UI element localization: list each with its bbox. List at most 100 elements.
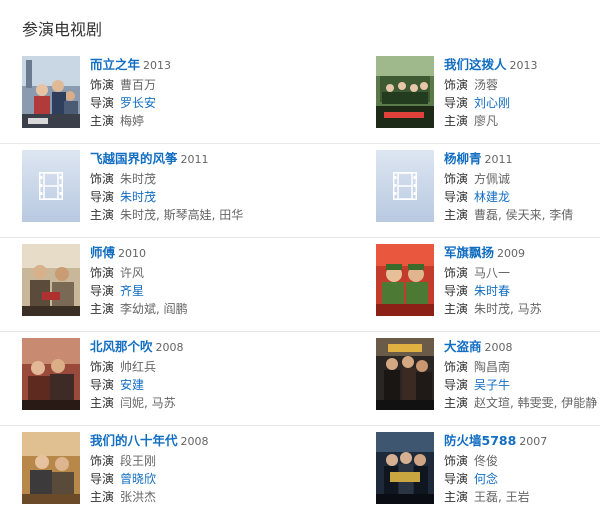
film-placeholder-icon [393,172,417,200]
drama-year: 2013 [509,59,538,72]
role-label: 饰演 [444,454,469,468]
cast-label: 主演 [444,208,469,222]
role-value: 帅红兵 [120,360,157,374]
cast-label: 主演 [444,396,469,410]
drama-year: 2009 [497,247,526,260]
director-label: 导演 [90,190,115,204]
drama-poster[interactable] [376,432,434,504]
drama-item: 防火墙5788 2007 饰演 佟俊 导演 何念 主演 王磊, 王岩 [376,432,600,510]
drama-poster-placeholder[interactable] [376,150,434,222]
director-label: 导演 [444,190,469,204]
drama-poster[interactable] [22,56,80,128]
role-label: 饰演 [90,266,115,280]
cast-value: 赵文瑄, 韩雯雯, 伊能静 [474,396,598,410]
director-link[interactable]: 罗长安 [120,96,156,110]
cast-value: 朱时茂, 马苏 [474,302,542,316]
drama-item: 北风那个吹 2008 饰演 帅红兵 导演 安建 主演 闫妮, 马苏 [22,338,292,416]
director-link[interactable]: 刘心刚 [474,96,510,110]
drama-poster[interactable] [22,244,80,316]
drama-poster[interactable] [376,338,434,410]
role-value: 马八一 [474,266,511,280]
drama-year: 2008 [484,341,513,354]
role-value: 佟俊 [474,454,499,468]
drama-title-link[interactable]: 大盗商 [444,339,482,354]
role-label: 饰演 [444,78,469,92]
grid-row: 飞越国界的风筝 2011 饰演 朱时茂 导演 朱时茂 主演 朱时茂, 斯琴高娃, 田华 [0,144,600,238]
cast-value: 张洪杰 [120,490,157,504]
drama-title-link[interactable]: 而立之年 [90,57,140,72]
role-label: 饰演 [444,266,469,280]
role-value: 曹百万 [120,78,157,92]
role-label: 饰演 [444,172,469,186]
director-link[interactable]: 曾晓欣 [120,472,156,486]
director-label: 导演 [90,96,115,110]
role-label: 饰演 [90,360,115,374]
drama-poster[interactable] [22,432,80,504]
drama-year: 2011 [484,153,513,166]
director-label: 导演 [90,472,115,486]
cast-label: 主演 [90,208,115,222]
cast-value: 闫妮, 马苏 [120,396,176,410]
role-value: 方佩诚 [474,172,511,186]
tv-drama-grid: 而立之年 2013 饰演 曹百万 导演 罗长安 主演 梅婷 我们这拨人 2013… [0,50,600,519]
drama-item: 我们这拨人 2013 饰演 汤蓉 导演 刘心刚 主演 廖凡 [376,56,600,134]
cast-label: 主演 [90,490,115,504]
drama-year: 2011 [180,153,209,166]
director-label: 导演 [444,284,469,298]
drama-item: 大盗商 2008 饰演 陶昌南 导演 吴子牛 主演 赵文瑄, 韩雯雯, 伊能静 [376,338,600,416]
role-label: 饰演 [90,78,115,92]
role-value: 许风 [120,266,145,280]
role-label: 饰演 [444,360,469,374]
director-label: 导演 [444,96,469,110]
drama-title-link[interactable]: 军旗飘扬 [444,245,494,260]
drama-year: 2010 [118,247,147,260]
section-title: 参演电视剧 [22,20,103,39]
cast-value: 王磊, 王岩 [474,490,530,504]
drama-year: 2008 [180,435,209,448]
director-link[interactable]: 朱时茂 [120,190,156,204]
cast-value: 曹磊, 侯天来, 李倩 [474,208,574,222]
director-label: 导演 [444,472,469,486]
director-label: 导演 [444,378,469,392]
role-value: 朱时茂 [120,172,157,186]
drama-year: 2008 [155,341,184,354]
drama-item: 而立之年 2013 饰演 曹百万 导演 罗长安 主演 梅婷 [22,56,292,134]
drama-poster[interactable] [376,56,434,128]
role-value: 汤蓉 [474,78,499,92]
drama-poster[interactable] [376,244,434,316]
drama-title-link[interactable]: 飞越国界的风筝 [90,151,178,166]
director-link[interactable]: 安建 [120,378,144,392]
drama-title-link[interactable]: 我们的八十年代 [90,433,178,448]
grid-row: 而立之年 2013 饰演 曹百万 导演 罗长安 主演 梅婷 我们这拨人 2013… [0,50,600,144]
director-link[interactable]: 齐星 [120,284,144,298]
drama-poster[interactable] [22,338,80,410]
grid-row: 师傅 2010 饰演 许风 导演 齐星 主演 李幼斌, 阎鹏 军旗飘扬 2009… [0,238,600,332]
drama-title-link[interactable]: 北风那个吹 [90,339,153,354]
drama-item: 师傅 2010 饰演 许风 导演 齐星 主演 李幼斌, 阎鹏 [22,244,292,322]
drama-poster-placeholder[interactable] [22,150,80,222]
drama-title-link[interactable]: 师傅 [90,245,115,260]
drama-item: 军旗飘扬 2009 饰演 马八一 导演 朱时春 主演 朱时茂, 马苏 [376,244,600,322]
grid-row: 我们的八十年代 2008 饰演 段王刚 导演 曾晓欣 主演 张洪杰 防火墙578… [0,426,600,519]
director-link[interactable]: 吴子牛 [474,378,510,392]
role-value: 段王刚 [120,454,157,468]
director-label: 导演 [90,284,115,298]
film-placeholder-icon [39,172,63,200]
cast-label: 主演 [90,396,115,410]
drama-title-link[interactable]: 我们这拨人 [444,57,507,72]
drama-title-link[interactable]: 杨柳青 [444,151,482,166]
director-link[interactable]: 何念 [474,472,498,486]
cast-label: 主演 [444,114,469,128]
cast-label: 主演 [90,302,115,316]
drama-title-link[interactable]: 防火墙5788 [444,433,516,448]
drama-year: 2007 [519,435,548,448]
cast-value: 梅婷 [120,114,145,128]
role-value: 陶昌南 [474,360,511,374]
drama-item: 我们的八十年代 2008 饰演 段王刚 导演 曾晓欣 主演 张洪杰 [22,432,292,510]
grid-row: 北风那个吹 2008 饰演 帅红兵 导演 安建 主演 闫妮, 马苏 大盗商 20… [0,332,600,426]
drama-year: 2013 [143,59,172,72]
director-link[interactable]: 朱时春 [474,284,510,298]
director-link[interactable]: 林建龙 [474,190,510,204]
director-label: 导演 [90,378,115,392]
cast-value: 朱时茂, 斯琴高娃, 田华 [120,208,244,222]
